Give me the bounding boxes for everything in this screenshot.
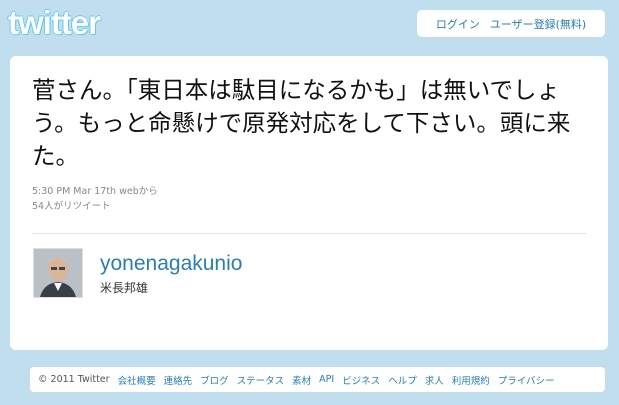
footer-link-api[interactable]: API	[319, 374, 334, 385]
footer-link-jobs[interactable]: 求人	[425, 373, 444, 387]
tweet-meta: 5:30 PM Mar 17th webから 54人がリツイート	[32, 184, 158, 214]
footer-link-contact[interactable]: 連絡先	[164, 373, 193, 387]
tweet-card: 菅さん。「東日本は駄目になるかも」は無いでしょう。もっと命懸けで原発対応をして下…	[10, 56, 608, 350]
author-username[interactable]: yonenagakunio	[100, 252, 242, 276]
footer: © 2011 Twitter 会社概要 連絡先 ブログ ステータス 素材 API…	[30, 367, 605, 392]
footer-link-about[interactable]: 会社概要	[118, 373, 156, 387]
avatar[interactable]	[33, 248, 83, 298]
footer-link-business[interactable]: ビジネス	[342, 373, 380, 387]
footer-link-blog[interactable]: ブログ	[200, 373, 229, 387]
footer-link-status[interactable]: ステータス	[237, 373, 285, 387]
footer-copyright: © 2011 Twitter	[38, 374, 110, 385]
footer-link-privacy[interactable]: プライバシー	[498, 373, 555, 387]
twitter-logo[interactable]: twitter	[8, 4, 101, 42]
avatar-image	[34, 249, 82, 297]
footer-link-help[interactable]: ヘルプ	[388, 373, 417, 387]
footer-link-resources[interactable]: 素材	[292, 373, 311, 387]
login-link[interactable]: ログイン	[436, 16, 480, 32]
retweet-count[interactable]: 54人がリツイート	[32, 199, 158, 214]
tweet-timestamp[interactable]: 5:30 PM Mar 17th webから	[32, 184, 158, 199]
author-full-name: 米長邦雄	[100, 281, 149, 295]
footer-link-terms[interactable]: 利用規約	[452, 373, 490, 387]
top-nav: ログイン ユーザー登録(無料)	[417, 10, 605, 37]
tweet-text: 菅さん。「東日本は駄目になるかも」は無いでしょう。もっと命懸けで原発対応をして下…	[32, 76, 571, 170]
signup-link[interactable]: ユーザー登録(無料)	[490, 16, 586, 32]
divider	[32, 233, 586, 234]
